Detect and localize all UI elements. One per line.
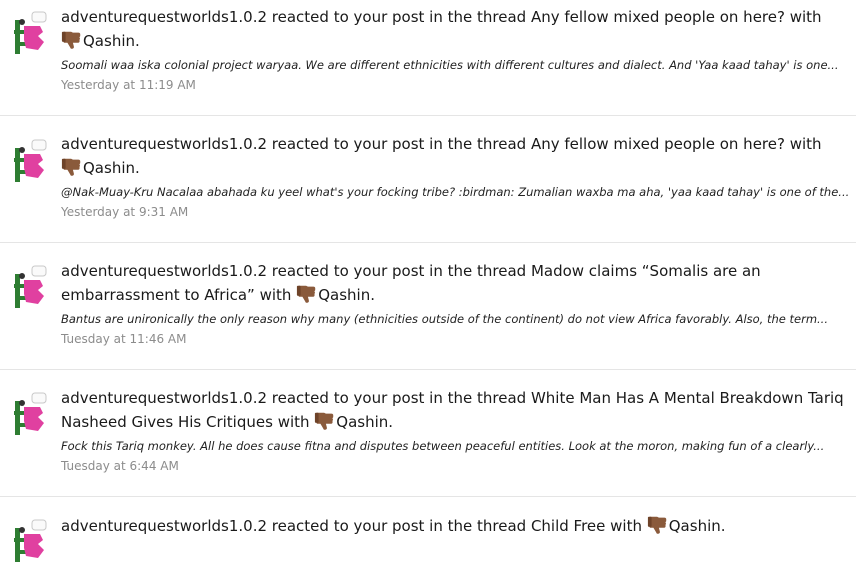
alert-item: adventurequestworlds1.0.2 reacted to you… bbox=[0, 116, 856, 243]
alert-item: adventurequestworlds1.0.2 reacted to you… bbox=[0, 370, 856, 497]
alert-item: adventurequestworlds1.0.2 reacted to you… bbox=[0, 497, 856, 562]
reaction: Qashin. bbox=[61, 29, 140, 53]
reaction: Qashin. bbox=[296, 283, 375, 307]
username-link[interactable]: adventurequestworlds1.0.2 bbox=[61, 135, 267, 153]
timestamp: Yesterday at 11:19 AM bbox=[61, 78, 196, 92]
alert-item: adventurequestworlds1.0.2 reacted to you… bbox=[0, 0, 856, 116]
alert-item: adventurequestworlds1.0.2 reacted to you… bbox=[0, 243, 856, 370]
post-snippet[interactable]: Fock this Tariq monkey. All he does caus… bbox=[61, 438, 848, 455]
alert-action-text: reacted to your post in the thread bbox=[267, 262, 531, 280]
post-snippet[interactable]: @Nak-Muay-Kru Nacalaa abahada ku yeel wh… bbox=[61, 184, 848, 201]
alert-text: adventurequestworlds1.0.2 reacted to you… bbox=[61, 6, 848, 53]
reaction: Qashin. bbox=[647, 514, 726, 538]
alert-text: adventurequestworlds1.0.2 reacted to you… bbox=[61, 133, 848, 180]
reaction-name: Qashin bbox=[668, 517, 721, 535]
reaction-name: Qashin bbox=[336, 413, 389, 431]
alert-with-text: with bbox=[605, 517, 647, 535]
alert-text: adventurequestworlds1.0.2 reacted to you… bbox=[61, 260, 848, 307]
alert-with-text: with bbox=[272, 413, 315, 431]
alert-action-text: reacted to your post in the thread bbox=[267, 517, 531, 535]
thread-link[interactable]: Any fellow mixed people on here? bbox=[531, 135, 785, 153]
timestamp: Yesterday at 9:31 AM bbox=[61, 205, 189, 219]
thumbs-down-icon bbox=[297, 285, 316, 303]
alert-action-text: reacted to your post in the thread bbox=[267, 389, 531, 407]
alert-with-text: with bbox=[784, 135, 822, 153]
username-link[interactable]: adventurequestworlds1.0.2 bbox=[61, 389, 267, 407]
reaction-name: Qashin bbox=[318, 286, 371, 304]
thumbs-down-icon bbox=[61, 31, 81, 49]
alert-action-text: reacted to your post in the thread bbox=[267, 135, 531, 153]
reaction: Qashin. bbox=[314, 410, 393, 434]
avatar[interactable] bbox=[12, 518, 48, 566]
reaction-name: Qashin bbox=[83, 159, 135, 177]
alert-text: adventurequestworlds1.0.2 reacted to you… bbox=[61, 514, 848, 538]
post-snippet[interactable]: Soomali waa iska colonial project waryaa… bbox=[61, 57, 848, 74]
timestamp: Tuesday at 6:44 AM bbox=[61, 459, 179, 473]
avatar[interactable] bbox=[12, 138, 48, 186]
avatar[interactable] bbox=[12, 10, 48, 58]
username-link[interactable]: adventurequestworlds1.0.2 bbox=[61, 262, 267, 280]
thread-link[interactable]: Child Free bbox=[531, 517, 605, 535]
thumbs-down-icon bbox=[61, 158, 81, 176]
alert-action-text: reacted to your post in the thread bbox=[267, 8, 531, 26]
alert-with-text: with bbox=[784, 8, 822, 26]
thumbs-down-icon bbox=[647, 516, 667, 534]
reaction-name: Qashin bbox=[83, 32, 135, 50]
thumbs-down-icon bbox=[315, 412, 334, 430]
reaction: Qashin. bbox=[61, 156, 140, 180]
alert-with-text: with bbox=[254, 286, 297, 304]
timestamp: Tuesday at 11:46 AM bbox=[61, 332, 187, 346]
thread-link[interactable]: Any fellow mixed people on here? bbox=[531, 8, 785, 26]
avatar[interactable] bbox=[12, 264, 48, 312]
post-snippet[interactable]: Bantus are unironically the only reason … bbox=[61, 311, 848, 328]
alert-text: adventurequestworlds1.0.2 reacted to you… bbox=[61, 387, 848, 434]
avatar[interactable] bbox=[12, 391, 48, 439]
username-link[interactable]: adventurequestworlds1.0.2 bbox=[61, 8, 267, 26]
username-link[interactable]: adventurequestworlds1.0.2 bbox=[61, 517, 267, 535]
